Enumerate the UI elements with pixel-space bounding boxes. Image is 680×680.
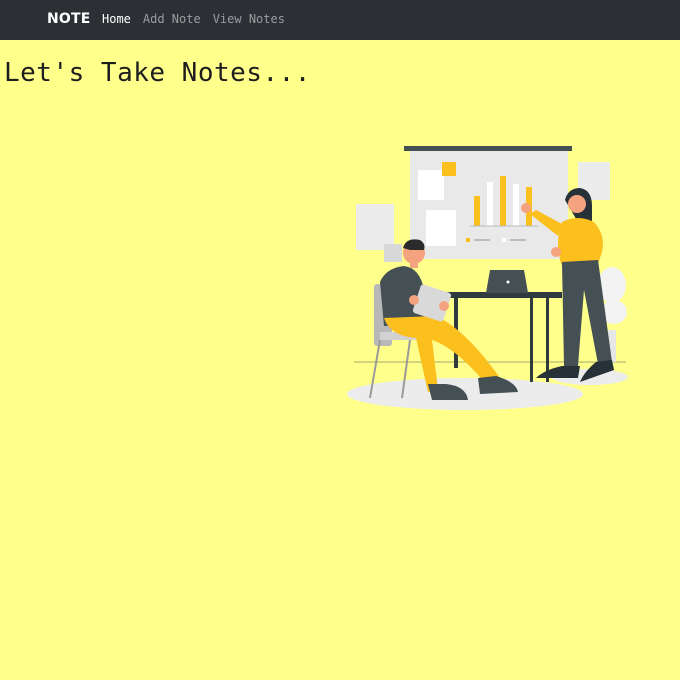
navbar: NOTE Home Add Note View Notes [0,0,680,40]
board-rail [404,146,572,151]
wall-paper [356,204,394,250]
office-meeting-illustration [340,140,640,420]
board-note [418,170,444,200]
nav-link-home[interactable]: Home [102,12,131,26]
board-note [426,210,456,246]
desk-leg [546,298,549,382]
desk-leg [530,298,533,382]
board-sticky-note [442,162,456,176]
page-title: Let's Take Notes... [4,58,311,88]
seated-man-figure [380,239,518,400]
nav-links: Home Add Note View Notes [102,12,285,26]
brand-logo[interactable]: NOTE [47,11,91,27]
nav-link-add-note[interactable]: Add Note [143,12,201,26]
illustration-svg [347,146,628,410]
wall-paper-small [384,244,402,262]
nav-link-view-notes[interactable]: View Notes [213,12,285,26]
